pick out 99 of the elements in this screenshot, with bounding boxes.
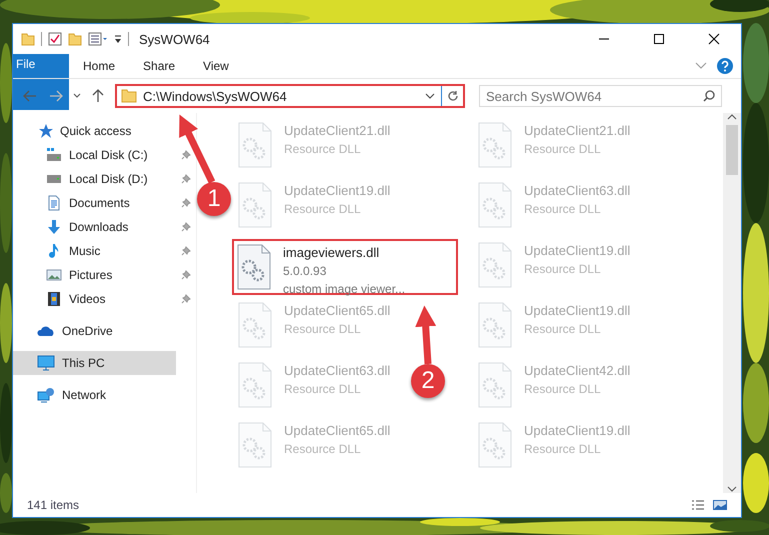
search-icon bbox=[703, 90, 715, 102]
file-item[interactable]: imageviewers.dll 5.0.0.93 custom image viewer... bbox=[232, 239, 458, 295]
up-arrow-icon bbox=[92, 89, 104, 103]
pin-icon[interactable] bbox=[181, 270, 191, 280]
nav-item[interactable]: Videos bbox=[13, 287, 176, 311]
nav-item[interactable]: Documents bbox=[13, 191, 176, 215]
gear-file-icon bbox=[478, 242, 512, 288]
gear-file-icon bbox=[478, 362, 512, 408]
folder-icon[interactable] bbox=[68, 32, 82, 46]
nav-item[interactable]: Local Disk (C:) bbox=[13, 143, 176, 167]
file-name: UpdateClient65.dll bbox=[284, 302, 390, 320]
film-icon bbox=[46, 291, 62, 307]
item-count: 141 items bbox=[27, 498, 80, 512]
file-name: UpdateClient21.dll bbox=[524, 122, 630, 140]
file-name: imageviewers.dll bbox=[283, 244, 380, 262]
caret-icon bbox=[73, 93, 81, 99]
nav-item[interactable]: Local Disk (D:) bbox=[13, 167, 176, 191]
gear-file-icon bbox=[478, 182, 512, 228]
file-detail: Resource DLL bbox=[284, 141, 362, 158]
file-name: UpdateClient63.dll bbox=[524, 182, 630, 200]
address-field[interactable]: C:\Windows\SysWOW64 bbox=[115, 84, 465, 108]
file-detail: Resource DLL bbox=[524, 201, 602, 218]
pin-icon[interactable] bbox=[181, 150, 191, 160]
nav-item[interactable]: Network bbox=[13, 383, 176, 407]
chevron-down-icon[interactable] bbox=[727, 485, 737, 493]
nav-item[interactable]: OneDrive bbox=[13, 319, 176, 343]
file-detail: Resource DLL bbox=[284, 321, 362, 338]
file-detail: Resource DLL bbox=[524, 261, 602, 278]
gear-file-icon bbox=[238, 302, 272, 348]
dropdown-caret-icon[interactable] bbox=[114, 34, 122, 44]
window-title: SysWOW64 bbox=[139, 32, 210, 46]
file-detail: 5.0.0.93 bbox=[283, 263, 328, 280]
drive-icon bbox=[46, 148, 62, 162]
file-detail: Resource DLL bbox=[284, 201, 362, 218]
scrollbar[interactable] bbox=[723, 113, 741, 493]
network-icon bbox=[37, 387, 55, 403]
search-field[interactable]: Search SysWOW64 bbox=[479, 85, 722, 107]
scroll-thumb[interactable] bbox=[726, 125, 738, 175]
maximize-icon bbox=[652, 33, 664, 45]
file-name: UpdateClient63.dll bbox=[284, 362, 390, 380]
file-detail: Resource DLL bbox=[524, 321, 602, 338]
minimize-icon bbox=[598, 38, 610, 40]
chevron-up-icon[interactable] bbox=[727, 113, 737, 121]
gear-file-icon bbox=[238, 122, 272, 168]
file-menu-tab[interactable]: File bbox=[13, 54, 69, 110]
picture-icon bbox=[46, 267, 62, 283]
forward-arrow-icon bbox=[49, 90, 63, 102]
file-detail: Resource DLL bbox=[284, 441, 362, 458]
file-name: UpdateClient19.dll bbox=[524, 242, 630, 260]
ribbon-tab[interactable]: Share bbox=[129, 54, 190, 78]
star-icon bbox=[37, 123, 53, 139]
nav-item[interactable]: This PC bbox=[13, 351, 176, 375]
ribbon-tab[interactable]: Home bbox=[69, 54, 130, 78]
gear-file-icon bbox=[238, 362, 272, 408]
file-detail: Resource DLL bbox=[524, 381, 602, 398]
file-detail: Resource DLL bbox=[284, 381, 362, 398]
gear-file-icon bbox=[238, 182, 272, 228]
pin-icon[interactable] bbox=[181, 174, 191, 184]
gear-file-icon bbox=[478, 422, 512, 468]
pin-icon[interactable] bbox=[181, 246, 191, 256]
nav-item[interactable]: Quick access bbox=[13, 119, 176, 143]
back-arrow-icon bbox=[23, 90, 37, 102]
gear-file-icon bbox=[478, 122, 512, 168]
ribbon-tab[interactable]: View bbox=[189, 54, 243, 78]
pin-icon[interactable] bbox=[181, 198, 191, 208]
file-name: UpdateClient42.dll bbox=[524, 362, 630, 380]
file-detail: Resource DLL bbox=[524, 141, 602, 158]
pin-icon[interactable] bbox=[181, 294, 191, 304]
nav-item[interactable]: Pictures bbox=[13, 263, 176, 287]
pin-icon[interactable] bbox=[181, 222, 191, 232]
chevron-down-icon[interactable] bbox=[695, 62, 707, 70]
file-detail: Resource DLL bbox=[524, 441, 602, 458]
document-icon bbox=[46, 195, 62, 211]
computer-icon bbox=[37, 355, 55, 371]
file-detail: custom image viewer... bbox=[283, 281, 406, 298]
gear-file-icon bbox=[238, 422, 272, 468]
details-view-icon[interactable] bbox=[691, 499, 705, 511]
gear-file-icon bbox=[478, 302, 512, 348]
annotation-arrow bbox=[179, 114, 216, 184]
file-name: UpdateClient65.dll bbox=[284, 422, 390, 440]
close-icon bbox=[708, 33, 720, 45]
folder-icon bbox=[121, 88, 137, 104]
large-icons-view-icon[interactable] bbox=[713, 499, 727, 511]
annotation-arrow bbox=[415, 306, 436, 364]
gear-file-icon bbox=[237, 244, 271, 290]
help-icon[interactable] bbox=[717, 58, 733, 74]
file-name: UpdateClient19.dll bbox=[524, 302, 630, 320]
folder-icon[interactable] bbox=[21, 32, 35, 46]
dropdown-caret-icon[interactable] bbox=[425, 92, 435, 100]
drive-icon bbox=[46, 175, 62, 183]
checklist-icon[interactable] bbox=[48, 32, 62, 46]
file-name: UpdateClient19.dll bbox=[524, 422, 630, 440]
file-name: UpdateClient19.dll bbox=[284, 182, 390, 200]
properties-icon[interactable] bbox=[88, 32, 108, 46]
nav-item[interactable]: Downloads bbox=[13, 215, 176, 239]
refresh-icon bbox=[446, 90, 458, 102]
download-icon bbox=[46, 219, 62, 235]
nav-item[interactable]: Music bbox=[13, 239, 176, 263]
file-name: UpdateClient21.dll bbox=[284, 122, 390, 140]
